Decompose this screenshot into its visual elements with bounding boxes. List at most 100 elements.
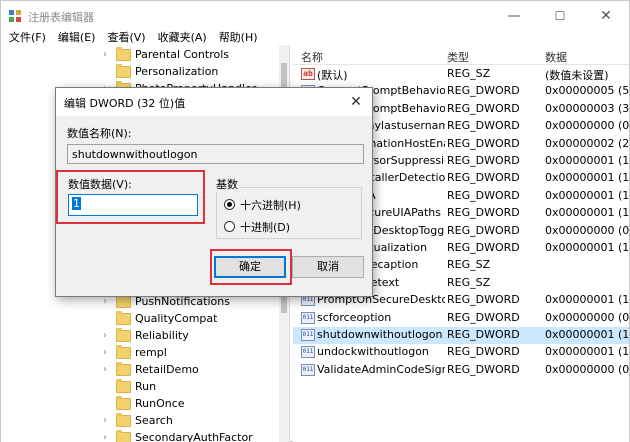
value-name-label: 数值名称(N): bbox=[67, 127, 132, 140]
hex-radio-label[interactable]: 十六进制(H) bbox=[240, 197, 301, 213]
menu-bar: 文件(F) 编辑(E) 查看(V) 收藏夹(A) 帮助(H) bbox=[1, 31, 629, 45]
value-type: REG_DWORD bbox=[447, 84, 520, 98]
value-name-field: shutdownwithoutlogon bbox=[67, 144, 364, 164]
list-row[interactable]: 011 undockwithoutlogon REG_DWORD 0x00000001… bbox=[293, 344, 629, 361]
value-type: REG_DWORD bbox=[447, 328, 520, 341]
decimal-radio[interactable] bbox=[224, 221, 235, 232]
chevron-right-icon[interactable]: › bbox=[103, 297, 111, 307]
tree-node[interactable]: RunOnce bbox=[1, 396, 289, 413]
value-data: 0x00000005 (5) bbox=[545, 84, 629, 98]
value-type: REG_DWORD bbox=[447, 206, 520, 220]
value-data: 0x00000003 (3) bbox=[545, 101, 629, 115]
value-type: REG_SZ bbox=[447, 258, 491, 272]
folder-icon bbox=[116, 47, 131, 61]
chevron-right-icon[interactable]: › bbox=[103, 50, 111, 60]
value-type: REG_DWORD bbox=[447, 293, 520, 307]
folder-icon bbox=[116, 379, 131, 393]
registry-app-icon bbox=[9, 10, 21, 22]
tree-node[interactable]: Run bbox=[1, 379, 289, 396]
folder-icon bbox=[116, 430, 131, 442]
value-data: 0x00000001 (1) bbox=[545, 171, 629, 185]
column-data[interactable]: 数据 bbox=[545, 49, 567, 65]
list-row-selected[interactable]: 011 shutdownwithoutlogon REG_DWORD 0x000000… bbox=[293, 327, 629, 344]
folder-icon bbox=[116, 362, 131, 376]
decimal-radio-label[interactable]: 十进制(D) bbox=[240, 219, 290, 235]
list-header: 名称 类型 数据 bbox=[293, 45, 629, 65]
value-data: 0x00000001 (1) bbox=[545, 293, 629, 307]
tree-node[interactable]: › Search bbox=[1, 413, 289, 430]
tree-node[interactable]: › SecondaryAuthFactor bbox=[1, 430, 289, 442]
list-row[interactable]: 011 scforceoption REG_DWORD 0x00000000 (0) bbox=[293, 310, 629, 327]
value-type: REG_DWORD bbox=[447, 362, 520, 376]
string-value-icon: ab bbox=[301, 68, 315, 80]
value-data: 0x00000000 (0) bbox=[545, 362, 629, 376]
tree-node-label: SecondaryAuthFactor bbox=[135, 431, 253, 442]
tree-node[interactable]: › Parental Controls bbox=[1, 47, 289, 64]
value-type: REG_DWORD bbox=[447, 345, 520, 359]
dialog-close-icon[interactable]: ✕ bbox=[346, 92, 366, 112]
chevron-right-icon[interactable]: › bbox=[103, 433, 111, 442]
list-row[interactable]: ab (默认) REG_SZ (数值未设置) bbox=[293, 66, 629, 83]
cancel-button[interactable]: 取消 bbox=[292, 256, 364, 278]
value-type: REG_DWORD bbox=[447, 310, 520, 324]
value-data-input[interactable]: 1 bbox=[68, 194, 198, 216]
window-title: 注册表编辑器 bbox=[28, 11, 94, 24]
menu-edit[interactable]: 编辑(E) bbox=[52, 31, 102, 45]
tree-node-label: Personalization bbox=[135, 65, 219, 78]
value-data: 0x00000001 (1) bbox=[545, 154, 629, 167]
menu-file[interactable]: 文件(F) bbox=[1, 31, 52, 45]
tree-node[interactable]: › Reliability bbox=[1, 328, 289, 345]
menu-favorites[interactable]: 收藏夹(A) bbox=[152, 31, 213, 45]
menu-help[interactable]: 帮助(H) bbox=[213, 31, 264, 45]
folder-icon bbox=[116, 328, 131, 342]
registry-editor-window: 注册表编辑器 — ☐ ✕ 文件(F) 编辑(E) 查看(V) 收藏夹(A) 帮助… bbox=[0, 0, 630, 442]
tree-node-label: QualityCompat bbox=[135, 312, 218, 325]
value-data: (数值未设置) bbox=[545, 69, 609, 82]
folder-icon bbox=[116, 311, 131, 325]
chevron-right-icon[interactable]: › bbox=[103, 365, 111, 375]
value-type: REG_DWORD bbox=[447, 223, 520, 237]
value-type: REG_SZ bbox=[447, 67, 491, 80]
menu-view[interactable]: 查看(V) bbox=[101, 31, 151, 45]
folder-icon bbox=[116, 396, 131, 410]
value-data: 0x00000001 (1) bbox=[545, 241, 629, 254]
value-data: 0x00000001 (1) bbox=[545, 328, 629, 341]
value-name: undockwithoutlogon bbox=[317, 345, 429, 359]
title-bar: 注册表编辑器 — ☐ ✕ bbox=[1, 1, 629, 31]
chevron-right-icon[interactable]: › bbox=[103, 348, 111, 358]
value-data: 0x00000000 (0) bbox=[545, 310, 629, 324]
column-type[interactable]: 类型 bbox=[447, 49, 469, 65]
list-row[interactable]: 011ValidateAdminCodeSignaturesREG_DWORD 0… bbox=[293, 362, 629, 379]
dword-value-icon: 011 bbox=[301, 311, 315, 324]
tree-node[interactable]: Personalization bbox=[1, 64, 289, 81]
tree-node[interactable]: › RetailDemo bbox=[1, 362, 289, 379]
value-type: REG_SZ bbox=[447, 275, 491, 289]
value-data: 0x00000000 (0) bbox=[545, 223, 629, 237]
chevron-right-icon[interactable]: › bbox=[103, 416, 111, 426]
dword-value-icon: 011 bbox=[301, 329, 315, 341]
tree-node[interactable]: › rempl bbox=[1, 345, 289, 362]
close-button[interactable]: ✕ bbox=[583, 1, 629, 31]
tree-node-label: Parental Controls bbox=[135, 48, 229, 61]
tree-node-label: RetailDemo bbox=[135, 363, 199, 376]
value-name: ValidateAdminCodeSignatures bbox=[317, 362, 445, 376]
ok-button[interactable]: 确定 bbox=[214, 256, 286, 278]
tree-node[interactable]: QualityCompat bbox=[1, 311, 289, 328]
value-data: 0x00000001 (1) bbox=[545, 345, 629, 359]
folder-icon bbox=[116, 345, 131, 359]
folder-icon bbox=[116, 294, 131, 308]
minimize-button[interactable]: — bbox=[491, 1, 537, 31]
maximize-button[interactable]: ☐ bbox=[537, 1, 583, 31]
dialog-title-bar: 编辑 DWORD (32 位)值 ✕ bbox=[56, 88, 372, 116]
hex-radio[interactable] bbox=[224, 199, 235, 210]
value-data-text: 1 bbox=[72, 197, 81, 210]
value-name: shutdownwithoutlogon bbox=[317, 328, 443, 341]
value-data: 0x00000002 (2) bbox=[545, 136, 629, 150]
base-group-label: 基数 bbox=[214, 176, 240, 192]
chevron-right-icon[interactable]: › bbox=[103, 331, 111, 341]
column-name[interactable]: 名称 bbox=[301, 49, 323, 65]
value-data: 0x00000001 (1) bbox=[545, 206, 629, 220]
dword-value-icon: 011 bbox=[301, 346, 315, 359]
folder-icon bbox=[116, 64, 131, 78]
value-type: REG_DWORD bbox=[447, 101, 520, 115]
